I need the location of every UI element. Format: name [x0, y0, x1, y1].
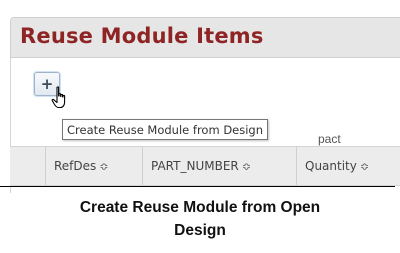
partial-toolbar-text: pact — [318, 132, 341, 146]
hand-cursor-icon — [51, 86, 66, 109]
figure-caption: Create Reuse Module from Open Design — [0, 196, 400, 242]
panel-title: Reuse Module Items — [20, 24, 264, 48]
tooltip: Create Reuse Module from Design — [62, 119, 269, 140]
sort-icon[interactable]: ≎ — [99, 160, 108, 173]
panel-title-bar: Reuse Module Items — [10, 17, 400, 58]
column-header-quantity[interactable]: Quantity ≎ — [297, 147, 400, 185]
screenshot-frame: Reuse Module Items + pact RefDes ≎ PART_N… — [0, 0, 400, 193]
column-label: PART_NUMBER — [151, 159, 239, 173]
sort-icon[interactable]: ≎ — [242, 160, 251, 173]
column-header-refdes[interactable]: RefDes ≎ — [46, 147, 143, 185]
column-header-part-number[interactable]: PART_NUMBER ≎ — [143, 147, 297, 185]
caption-line-2: Design — [174, 222, 226, 239]
screenshot-border — [0, 186, 395, 187]
sort-icon[interactable]: ≎ — [360, 160, 369, 173]
table-header-select-column — [10, 147, 46, 185]
column-label: Quantity — [305, 159, 357, 173]
column-label: RefDes — [54, 159, 97, 173]
caption-line-1: Create Reuse Module from Open — [79, 199, 321, 216]
table-header: RefDes ≎ PART_NUMBER ≎ Quantity ≎ — [10, 146, 400, 186]
